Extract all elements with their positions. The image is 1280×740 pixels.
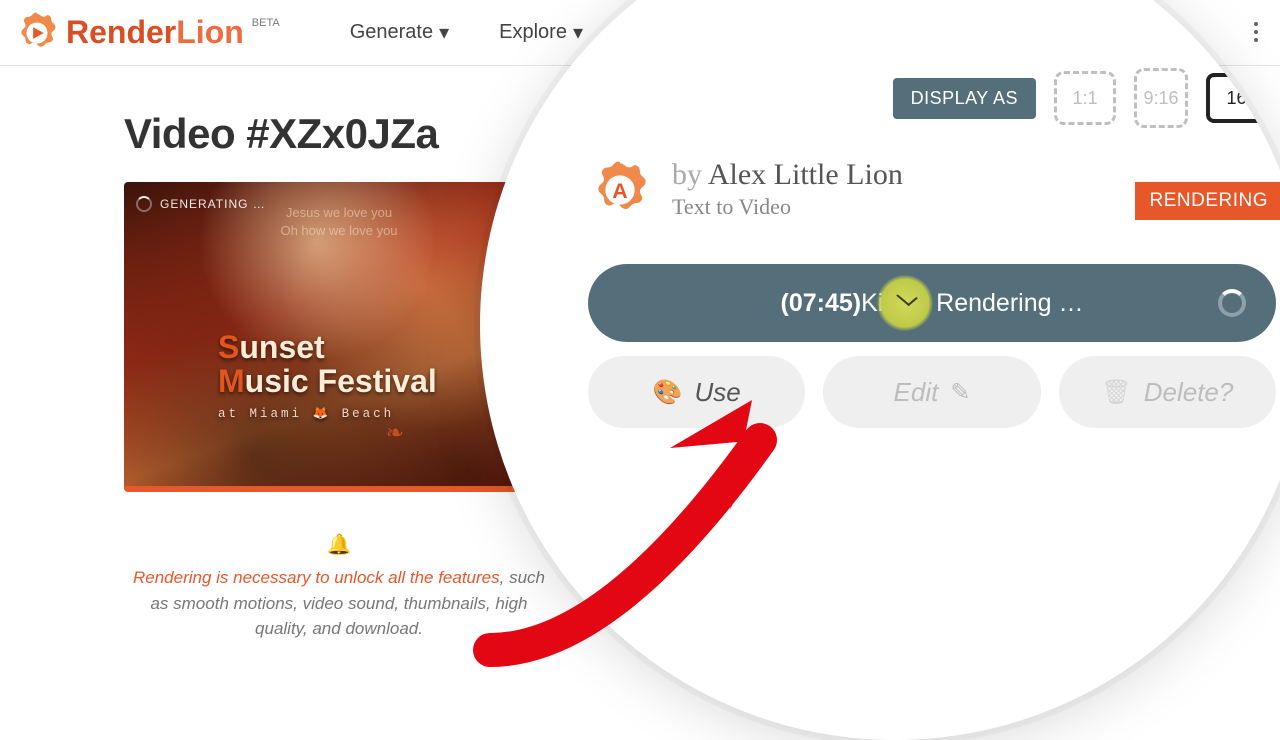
nav-generate[interactable]: Generate▾ xyxy=(350,20,449,45)
author-avatar-icon: A xyxy=(588,158,652,222)
scribble-icon: ✎ xyxy=(950,378,970,407)
preview-title: Sunset Music Festival at Miami 🦊 Beach xyxy=(218,330,437,421)
rendering-hint: 🔔 Rendering is necessary to unlock all t… xyxy=(124,532,554,642)
ratio-9-16[interactable]: 9:16 xyxy=(1134,68,1188,128)
bell-icon: 🔔 xyxy=(124,532,554,557)
lion-logo-icon xyxy=(14,10,60,56)
chevron-down-icon: ▾ xyxy=(439,20,449,45)
preview-ghost-text: Jesus we love you Oh how we love you xyxy=(280,204,397,239)
generating-badge: GENERATING … xyxy=(136,196,266,212)
brand-name: RenderLion xyxy=(66,14,244,51)
delete-button[interactable]: 🗑Delete? xyxy=(1059,356,1276,428)
ratio-16-9[interactable]: 16:9 xyxy=(1206,73,1280,123)
brand-logo[interactable]: RenderLion BETA xyxy=(14,10,280,56)
render-progress-bar[interactable]: (07:45) Kingly Rendering … xyxy=(588,264,1276,342)
chevron-down-icon: ▾ xyxy=(573,20,583,45)
edit-button[interactable]: Edit✎ xyxy=(823,356,1040,428)
display-as-label: DISPLAY AS xyxy=(893,78,1036,119)
status-badge: RENDERING xyxy=(1135,182,1280,220)
video-type: Text to Video xyxy=(672,194,903,220)
video-id-heading: Video #XZx0JZa xyxy=(124,110,554,158)
ratio-1-1[interactable]: 1:1 xyxy=(1054,71,1116,125)
spinner-icon xyxy=(136,196,152,212)
trash-icon: 🗑 xyxy=(1101,378,1131,407)
beta-tag: BETA xyxy=(252,17,280,29)
svg-text:A: A xyxy=(612,179,627,203)
nav-explore[interactable]: Explore▾ xyxy=(499,20,583,45)
palette-icon: 🎨 xyxy=(653,378,683,407)
author-name: Alex Little Lion xyxy=(708,158,903,191)
action-row: 🎨Use Edit✎ 🗑Delete? xyxy=(588,356,1276,428)
aspect-ratio-picker: DISPLAY AS 1:1 9:16 16:9 xyxy=(893,68,1280,128)
more-menu-icon[interactable] xyxy=(1246,14,1266,50)
zoom-detail: DISPLAY AS 1:1 9:16 16:9 A by Alex Littl… xyxy=(480,0,1280,740)
spinner-icon xyxy=(1218,289,1246,317)
leaf-icon: ❧ xyxy=(386,420,404,446)
author-block: A by Alex Little Lion Text to Video xyxy=(588,158,903,222)
use-button[interactable]: 🎨Use xyxy=(588,356,805,428)
